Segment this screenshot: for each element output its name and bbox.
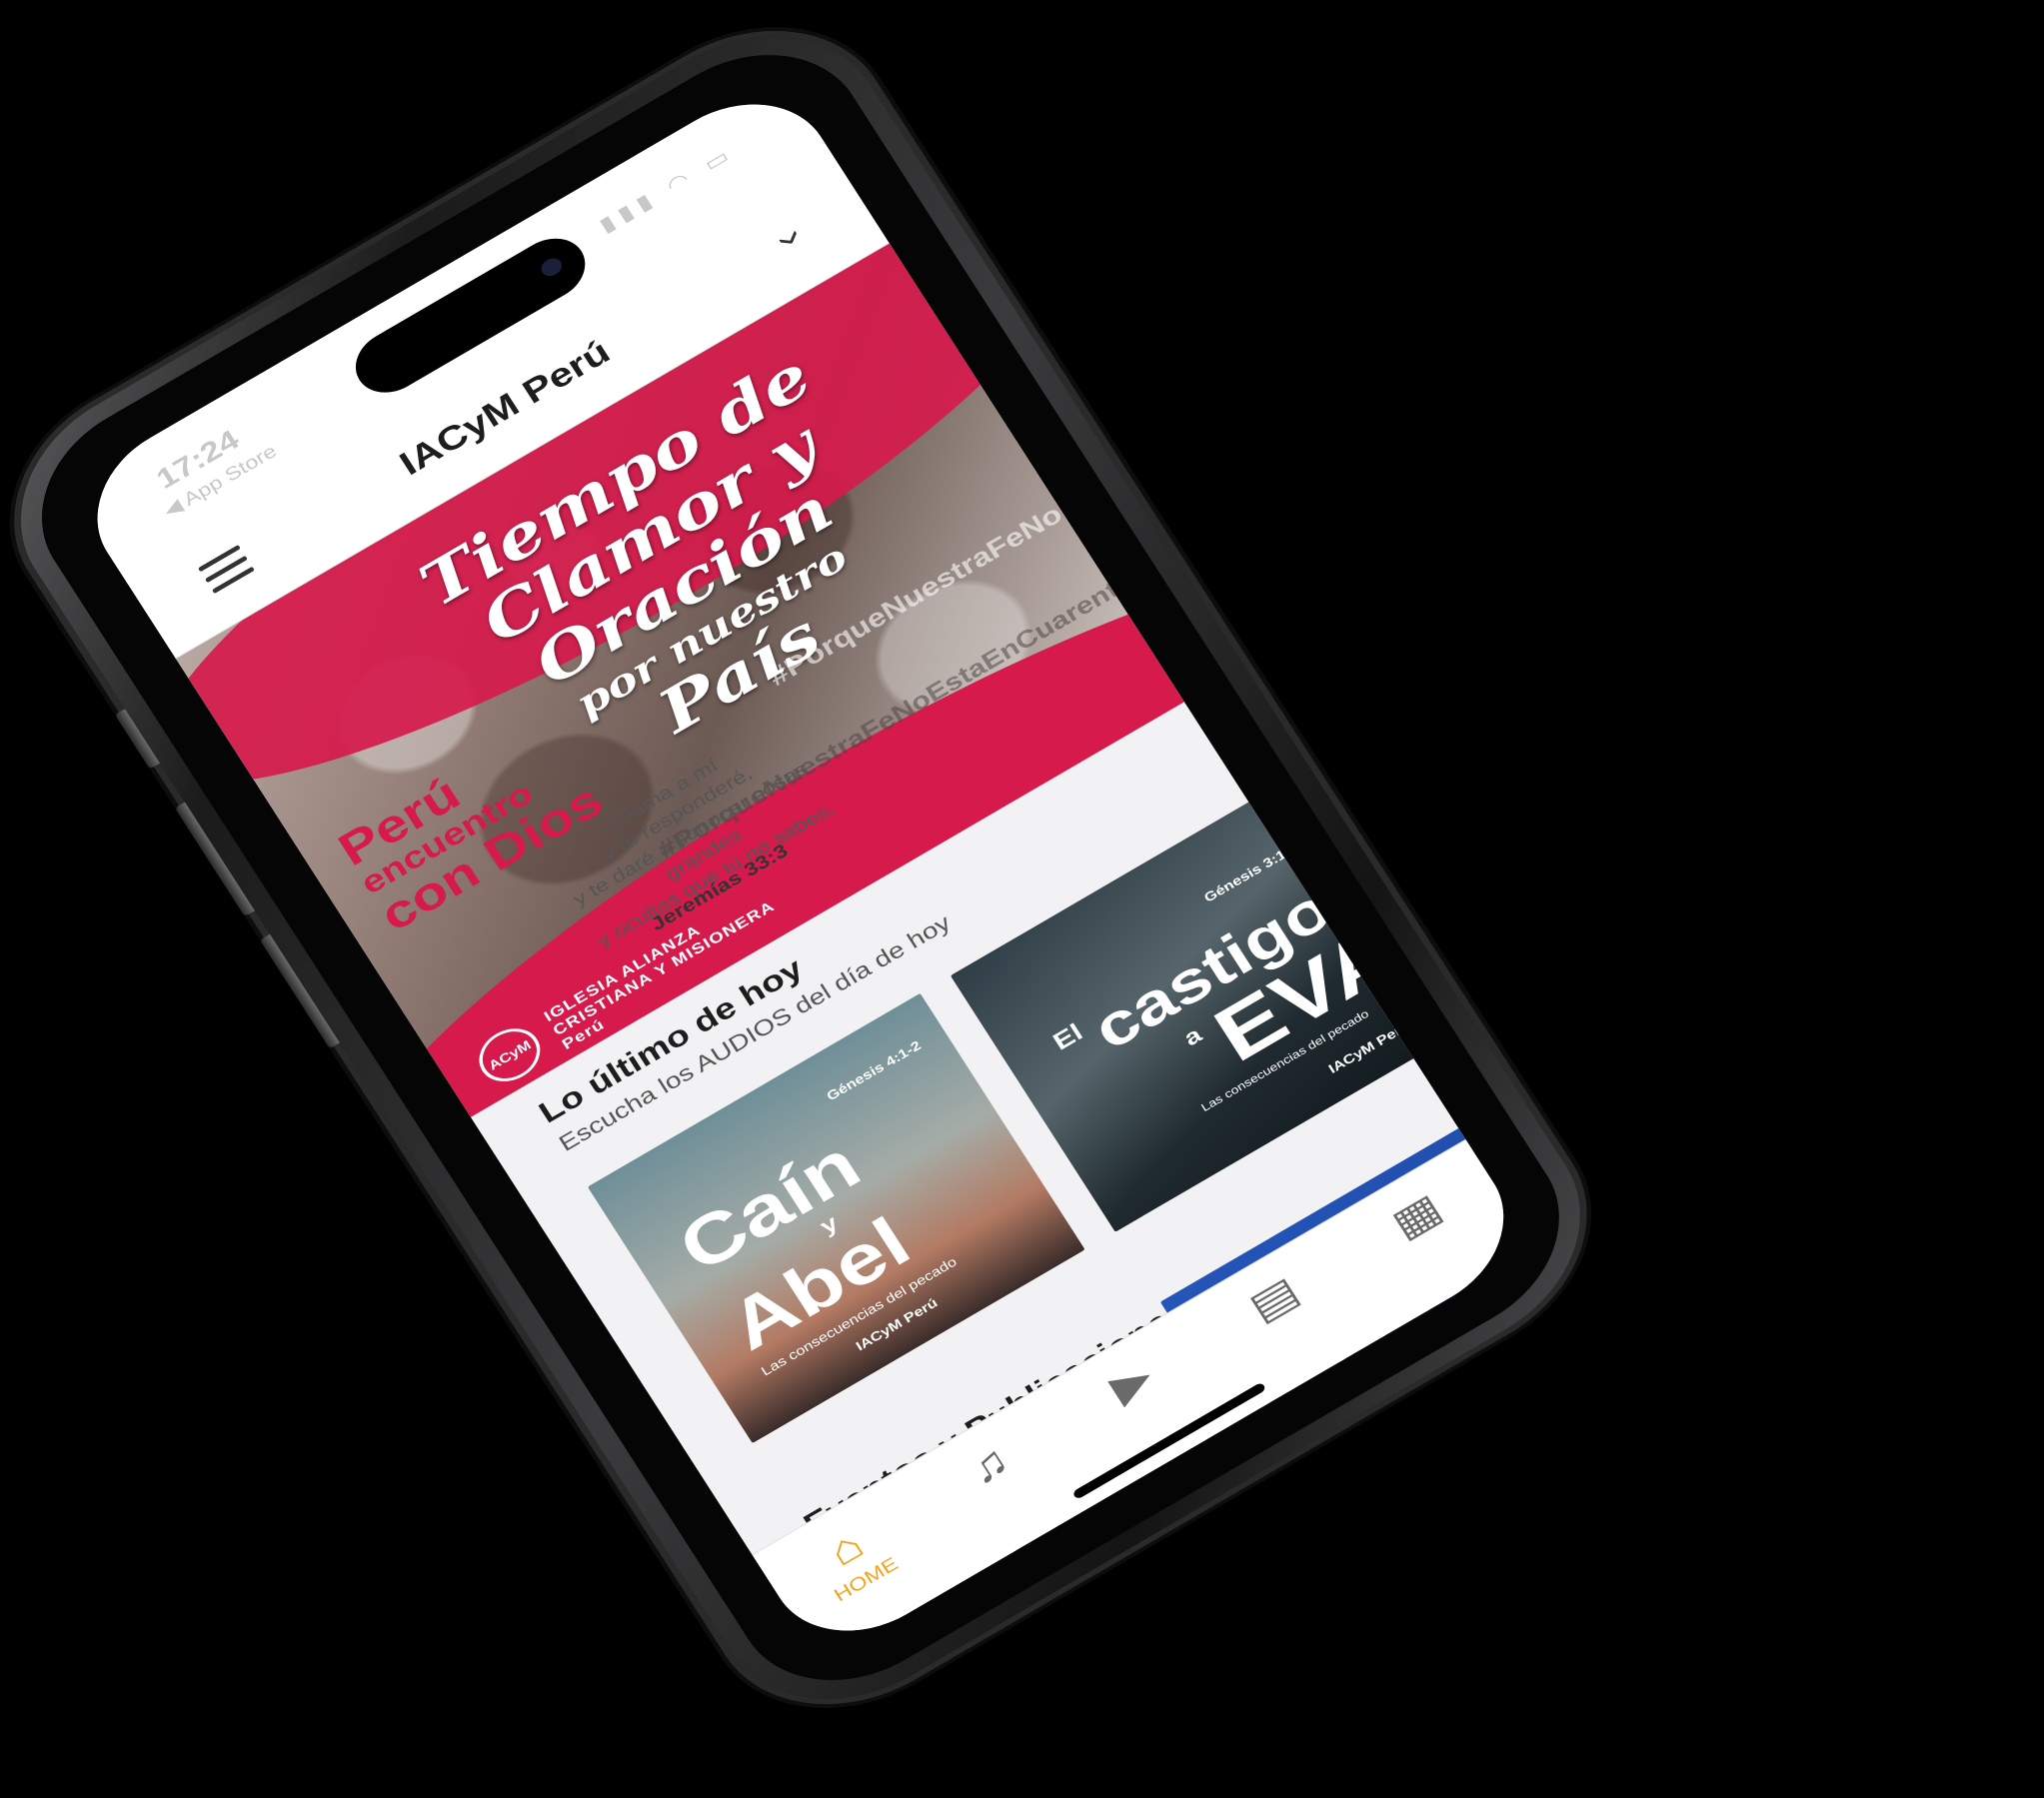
card-brand: IACyM Perú [1117,1565,1267,1664]
card-line-3: y trabajo saludable [1036,1540,1236,1664]
book-icon: ▤ [1240,1267,1308,1331]
phone-frame: 17:24 ◀ App Store ▮▮▮ ◠ ▭ IACyM Perú › T… [0,0,1626,1746]
card-title-line-1: El [1047,1017,1088,1056]
wifi-icon: ◠ [662,163,701,198]
tab-music[interactable]: ♫ [917,1411,1062,1520]
tab-video[interactable]: ▶ [1058,1328,1204,1437]
calendar-icon: ▦ [1383,1184,1450,1248]
stage: 17:24 ◀ App Store ▮▮▮ ◠ ▭ IACyM Perú › T… [0,0,2044,1798]
phone-bezel: 17:24 ◀ App Store ▮▮▮ ◠ ▭ IACyM Perú › T… [2,14,1599,1721]
music-note-icon: ♫ [960,1436,1019,1494]
video-camera-icon: ▶ [1101,1353,1161,1411]
phone-screen: 17:24 ◀ App Store ▮▮▮ ◠ ▭ IACyM Perú › T… [65,71,1536,1664]
battery-icon: ▭ [699,140,740,177]
action-button[interactable] [114,709,160,770]
status-icons: ▮▮▮ ◠ ▭ [595,141,740,238]
card-title-connector: a [1179,1022,1206,1051]
tab-calendar[interactable]: ▦ [1344,1162,1490,1271]
card-bible-ref: Génesis 4:1-2 [824,1037,924,1104]
tab-books[interactable]: ▤ [1201,1245,1347,1354]
signal-icon: ▮▮▮ [595,185,663,237]
front-camera [538,255,566,280]
